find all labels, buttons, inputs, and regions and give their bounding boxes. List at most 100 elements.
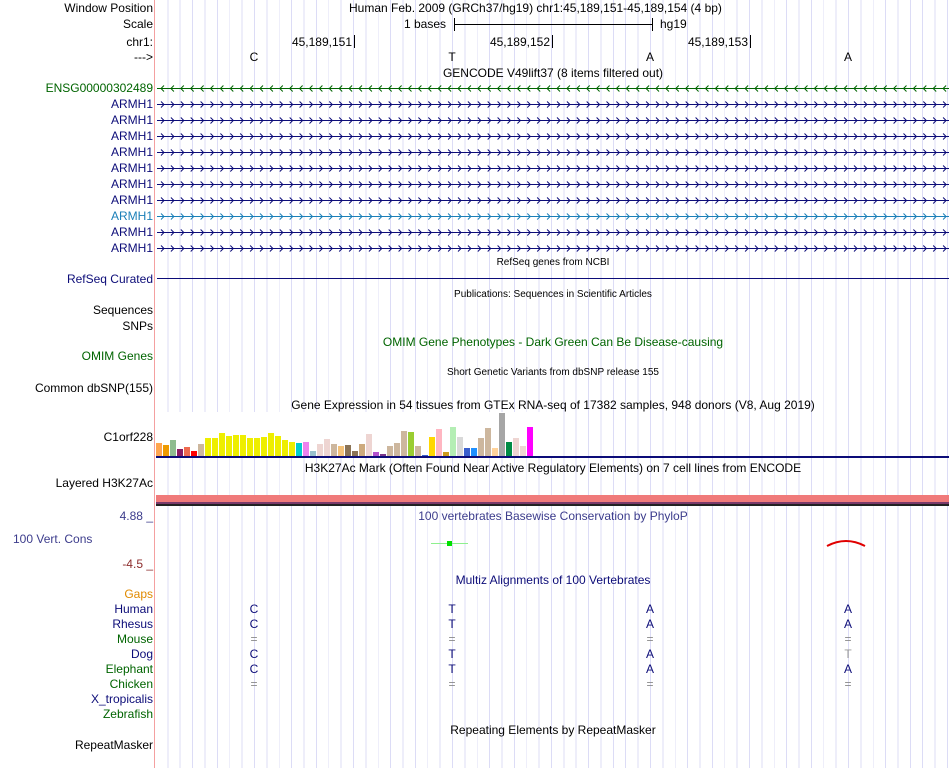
gtex-tissue-bar[interactable] [429, 437, 435, 456]
gene-feature[interactable] [157, 196, 949, 205]
gtex-tissue-bar[interactable] [296, 443, 302, 456]
gtex-tissue-bar[interactable] [261, 437, 267, 456]
gene-feature[interactable] [157, 228, 949, 237]
gtex-tissue-bar[interactable] [233, 435, 239, 456]
gtex-tissue-bar[interactable] [366, 434, 372, 456]
gene-feature[interactable] [157, 132, 949, 141]
gtex-tissue-bar[interactable] [289, 442, 295, 456]
gene-label[interactable]: ARMH1 [111, 97, 153, 111]
gene-feature[interactable] [157, 116, 949, 125]
gtex-tissue-bar[interactable] [450, 427, 456, 456]
gtex-tissue-bar[interactable] [471, 448, 477, 456]
gene-label[interactable]: ARMH1 [111, 177, 153, 191]
gtex-tissue-bar[interactable] [506, 442, 512, 456]
gtex-tissue-bar[interactable] [478, 438, 484, 456]
gtex-tissue-bar[interactable] [317, 444, 323, 456]
gtex-tissue-bar[interactable] [436, 429, 442, 456]
gtex-tissue-bar[interactable] [520, 446, 526, 456]
gtex-label[interactable]: C1orf228 [104, 430, 153, 444]
gtex-tissue-bar[interactable] [177, 449, 183, 456]
gene-feature[interactable] [157, 84, 949, 93]
snps-label[interactable]: SNPs [122, 319, 153, 333]
h3k27ac-signal-layer [156, 504, 949, 506]
gtex-tissue-bar[interactable] [240, 435, 246, 456]
gene-feature[interactable] [157, 148, 949, 157]
dbsnp-label[interactable]: Common dbSNP(155) [35, 381, 153, 395]
gtex-tissue-bar[interactable] [212, 438, 218, 456]
gene-label[interactable]: ARMH1 [111, 129, 153, 143]
gene-label[interactable]: ARMH1 [111, 145, 153, 159]
gene-feature[interactable] [157, 212, 949, 221]
alignment-base: C [249, 662, 259, 676]
scale-bar [454, 24, 652, 25]
h3k27ac-track-title: H3K27Ac Mark (Often Found Near Active Re… [304, 461, 802, 475]
gtex-tissue-bar[interactable] [394, 443, 400, 456]
gtex-tissue-bar[interactable] [387, 446, 393, 456]
omim-label[interactable]: OMIM Genes [82, 349, 153, 363]
phylop-label[interactable]: 100 Vert. Cons [13, 532, 92, 546]
gtex-tissue-bar[interactable] [415, 446, 421, 456]
window-position-value: Human Feb. 2009 (GRCh37/hg19) chr1:45,18… [349, 1, 722, 15]
gene-feature[interactable] [157, 100, 949, 109]
gene-label[interactable]: ENSG00000302489 [46, 81, 153, 95]
species-label[interactable]: Chicken [110, 677, 153, 691]
h3k27ac-signal[interactable] [156, 495, 949, 502]
gtex-tissue-bar[interactable] [254, 438, 260, 456]
alignment-base: = [250, 632, 258, 646]
gtex-tissue-bar[interactable] [408, 432, 414, 456]
position-tick [750, 35, 751, 48]
gtex-tissue-bar[interactable] [401, 431, 407, 456]
gtex-tissue-bar[interactable] [198, 444, 204, 456]
repeatmasker-label[interactable]: RepeatMasker [75, 738, 153, 752]
gtex-tissue-bar[interactable] [338, 446, 344, 456]
species-label[interactable]: X_tropicalis [91, 692, 153, 706]
gtex-tissue-bar[interactable] [275, 436, 281, 456]
gtex-tissue-bar[interactable] [464, 448, 470, 456]
species-label[interactable]: Dog [131, 647, 153, 661]
species-label[interactable]: Human [114, 602, 153, 616]
refseq-track-title: RefSeq genes from NCBI [496, 257, 610, 268]
species-label[interactable]: Mouse [117, 632, 153, 646]
genome-browser-image[interactable]: Window Position Human Feb. 2009 (GRCh37/… [0, 0, 950, 768]
gtex-tissue-bar[interactable] [156, 443, 162, 456]
publications-label[interactable]: Sequences [93, 303, 153, 317]
gtex-bar-chart[interactable] [156, 412, 556, 456]
h3k27ac-label[interactable]: Layered H3K27Ac [56, 476, 153, 490]
gtex-tissue-bar[interactable] [485, 428, 491, 456]
gene-feature[interactable] [157, 244, 949, 253]
gtex-tissue-bar[interactable] [331, 444, 337, 456]
gtex-tissue-bar[interactable] [457, 437, 463, 456]
gtex-tissue-bar[interactable] [527, 427, 533, 456]
gene-label[interactable]: ARMH1 [111, 241, 153, 255]
gtex-tissue-bar[interactable] [499, 413, 505, 456]
gtex-tissue-bar[interactable] [170, 440, 176, 456]
publications-track-title: Publications: Sequences in Scientific Ar… [454, 289, 652, 300]
gtex-tissue-bar[interactable] [219, 433, 225, 456]
species-label[interactable]: Rhesus [112, 617, 153, 631]
gtex-tissue-bar[interactable] [492, 448, 498, 456]
gtex-tissue-bar[interactable] [324, 439, 330, 456]
gene-label[interactable]: ARMH1 [111, 209, 153, 223]
gtex-tissue-bar[interactable] [226, 436, 232, 456]
refseq-gene-line[interactable] [157, 278, 949, 279]
gene-label[interactable]: ARMH1 [111, 161, 153, 175]
species-label[interactable]: Zebrafish [103, 707, 153, 721]
gtex-tissue-bar[interactable] [247, 438, 253, 456]
gtex-tissue-bar[interactable] [513, 438, 519, 456]
gaps-label[interactable]: Gaps [124, 587, 153, 601]
species-label[interactable]: Elephant [106, 662, 153, 676]
refseq-label[interactable]: RefSeq Curated [67, 272, 153, 286]
gene-label[interactable]: ARMH1 [111, 113, 153, 127]
gene-feature[interactable] [157, 164, 949, 173]
gtex-tissue-bar[interactable] [205, 438, 211, 456]
gtex-tissue-bar[interactable] [359, 444, 365, 456]
gtex-tissue-bar[interactable] [163, 445, 169, 456]
gtex-tissue-bar[interactable] [303, 442, 309, 456]
gene-label[interactable]: ARMH1 [111, 193, 153, 207]
gene-label[interactable]: ARMH1 [111, 225, 153, 239]
gtex-tissue-bar[interactable] [184, 447, 190, 456]
gtex-tissue-bar[interactable] [345, 445, 351, 456]
gene-feature[interactable] [157, 180, 949, 189]
gtex-tissue-bar[interactable] [282, 440, 288, 456]
gtex-tissue-bar[interactable] [268, 433, 274, 456]
